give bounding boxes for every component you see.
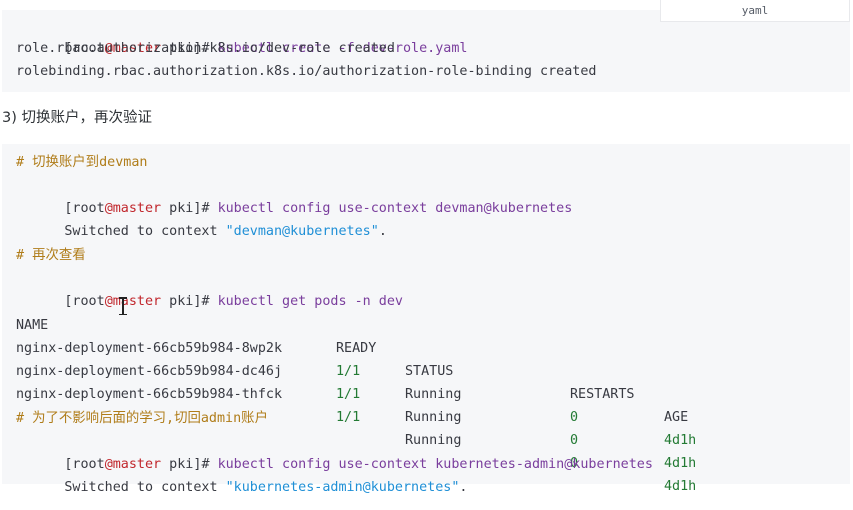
output-line: Switched to context "kubernetes-admin@ku…	[16, 453, 467, 495]
switch-prefix: Switched to context	[64, 480, 226, 495]
code-block-create: [root@master pki]# kubectl create -f dev…	[2, 10, 850, 92]
output-line: rolebinding.rbac.authorization.k8s.io/au…	[16, 64, 597, 79]
context-string: "kubernetes-admin@kubernetes"	[225, 480, 460, 495]
code-block-verify: # 切换账户到devman [root@master pki]# kubectl…	[2, 144, 850, 495]
pod-age: 4d1h	[664, 479, 697, 494]
table-row: nginx-deployment-66cb59b984-thfck 1/1 Ru…	[2, 360, 822, 494]
pod-age: 4d1h	[664, 433, 697, 448]
pod-status: Running	[405, 387, 462, 402]
pod-ready: 1/1	[336, 387, 361, 402]
switch-prefix: Switched to context	[64, 224, 226, 239]
command-line: [root@master pki]# kubectl create -f dev…	[16, 14, 467, 56]
page: [root@master pki]# kubectl create -f dev…	[0, 0, 853, 510]
header-restarts: RESTARTS	[570, 387, 635, 402]
pod-age: 4d1h	[664, 456, 697, 471]
comment-line: # 再次查看	[16, 248, 86, 263]
step-heading: 3) 切换账户，再次验证	[2, 110, 152, 126]
code-language-badge[interactable]: yaml	[660, 0, 850, 22]
command-line: [root@master pki]# kubectl config use-co…	[16, 430, 653, 472]
table-row: nginx-deployment-66cb59b984-8wp2k 1/1 Ru…	[2, 314, 822, 448]
command-line: [root@master pki]# kubectl get pods -n d…	[16, 267, 403, 309]
output-line: Switched to context "devman@kubernetes".	[16, 197, 387, 239]
comment-line: # 为了不影响后面的学习,切回admin账户	[16, 411, 268, 426]
pod-restarts: 0	[570, 410, 579, 425]
command-line: [root@master pki]# kubectl config use-co…	[16, 174, 572, 216]
switch-suffix: .	[459, 480, 468, 495]
pod-status: Running	[405, 410, 462, 425]
pod-ready: 1/1	[336, 410, 361, 425]
context-string: "devman@kubernetes"	[225, 224, 379, 239]
pod-name: nginx-deployment-66cb59b984-thfck	[16, 387, 283, 402]
output-line: role.rbac.authorization.k8s.io/dev-role …	[16, 41, 395, 56]
comment-line: # 切换账户到devman	[16, 155, 148, 170]
table-row: nginx-deployment-66cb59b984-dc46j 1/1 Ru…	[2, 337, 822, 471]
switch-suffix: .	[378, 224, 387, 239]
text-cursor-icon	[118, 297, 128, 315]
header-age: AGE	[664, 410, 689, 425]
